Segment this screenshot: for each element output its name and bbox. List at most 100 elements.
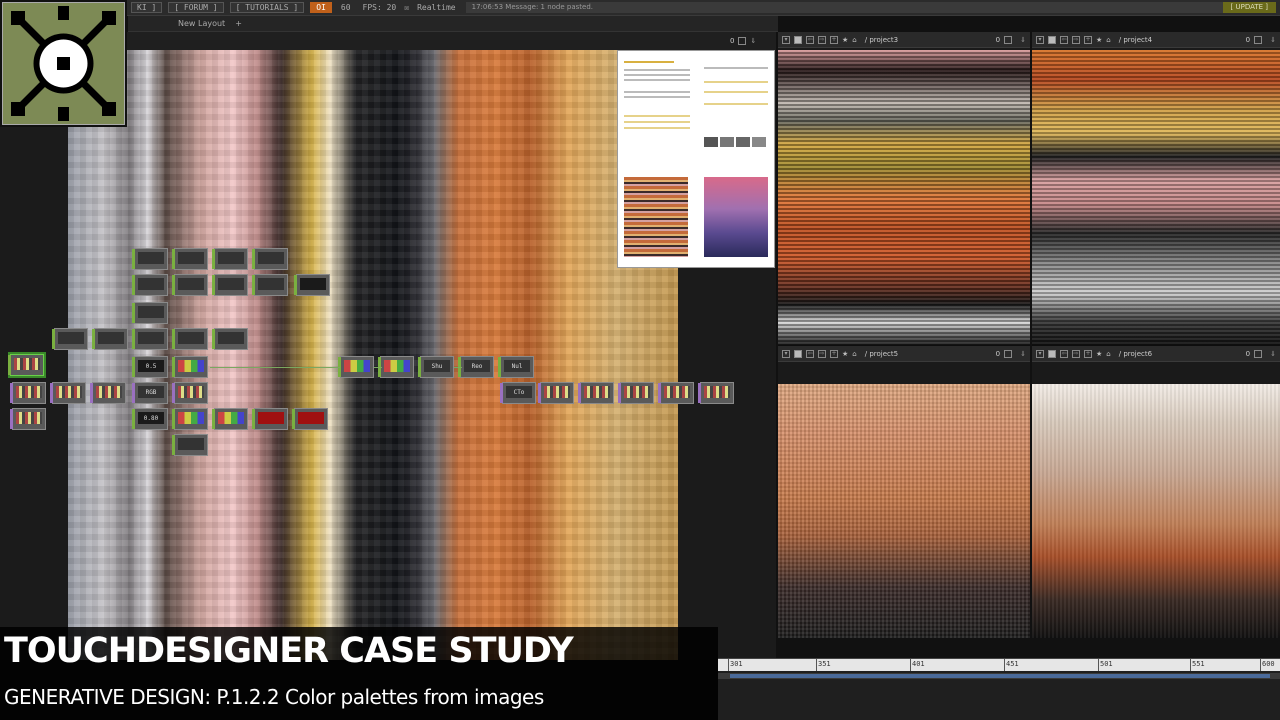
node[interactable] [132, 302, 168, 324]
layout-tab[interactable]: New Layout [128, 19, 235, 28]
forward-icon[interactable]: ⇨ [818, 349, 826, 358]
node-reorder[interactable]: Reo [458, 356, 494, 378]
pane-zero: 0 [995, 35, 1001, 44]
dropdown-icon[interactable]: ▾ [1036, 349, 1044, 358]
stop-icon[interactable] [1048, 35, 1056, 44]
node[interactable] [132, 328, 168, 350]
node[interactable] [252, 408, 288, 430]
add-icon[interactable]: + [1084, 349, 1092, 358]
node[interactable] [252, 274, 288, 296]
arrow-down-icon[interactable]: ⇓ [750, 37, 756, 45]
menu-wiki[interactable]: KI ] [131, 2, 163, 13]
pane-zero: 0 [1245, 35, 1251, 44]
timeline[interactable]: 301 351 401 451 501 551 600 [718, 658, 1280, 720]
back-icon[interactable]: ⇦ [806, 349, 814, 358]
add-layout-button[interactable]: + [235, 19, 242, 28]
node[interactable] [172, 408, 208, 430]
node[interactable] [698, 382, 734, 404]
menu-forum[interactable]: [ FORUM ] [168, 2, 224, 13]
node[interactable] [338, 356, 374, 378]
node[interactable] [172, 356, 208, 378]
viewer-pane-project3[interactable]: ▾ ⇦ ⇨ + ★ ⌂ / project3 0 ⇓ [778, 32, 1030, 346]
node[interactable] [132, 248, 168, 270]
timeline-ruler[interactable]: 301 351 401 451 501 551 600 [718, 659, 1280, 671]
node[interactable] [578, 382, 614, 404]
frame-icon[interactable] [1004, 349, 1013, 358]
node-selected[interactable] [8, 354, 44, 376]
frame-icon[interactable] [1004, 35, 1013, 44]
node[interactable] [658, 382, 694, 404]
node-shuffle[interactable]: Shu [418, 356, 454, 378]
add-icon[interactable]: + [830, 349, 838, 358]
node[interactable] [538, 382, 574, 404]
dropdown-icon[interactable]: ▾ [782, 35, 790, 44]
stop-icon[interactable] [1048, 349, 1056, 358]
star-icon[interactable]: ★ [842, 350, 848, 358]
node[interactable] [292, 408, 328, 430]
update-button[interactable]: [ UPDATE ] [1222, 2, 1276, 13]
node[interactable] [212, 328, 248, 350]
stop-icon[interactable] [794, 35, 802, 44]
add-icon[interactable]: + [1084, 35, 1092, 44]
node[interactable] [172, 248, 208, 270]
pane-toolbar: ▾ ⇦ ⇨ + ★ ⌂ / project4 0 ⇓ [1032, 32, 1280, 48]
realtime-checkbox-icon[interactable]: ☒ [402, 3, 411, 12]
node[interactable] [92, 328, 128, 350]
node[interactable] [172, 274, 208, 296]
add-icon[interactable]: + [830, 35, 838, 44]
node[interactable] [252, 248, 288, 270]
node[interactable] [90, 382, 126, 404]
node[interactable] [172, 328, 208, 350]
node[interactable] [172, 382, 208, 404]
dropdown-icon[interactable]: ▾ [1036, 35, 1044, 44]
timeline-range-bar[interactable] [718, 673, 1280, 679]
back-icon[interactable]: ⇦ [806, 35, 814, 44]
fps-target[interactable]: 60 [335, 3, 357, 12]
arrow-down-icon[interactable]: ⇓ [1020, 36, 1026, 44]
forward-icon[interactable]: ⇨ [1072, 349, 1080, 358]
node[interactable] [10, 408, 46, 430]
node[interactable] [212, 408, 248, 430]
doc-thumbnail [752, 137, 766, 147]
node[interactable] [378, 356, 414, 378]
menu-tutorials[interactable]: [ TUTORIALS ] [229, 2, 305, 13]
star-icon[interactable]: ★ [1096, 350, 1102, 358]
play-toggle[interactable]: OI [310, 2, 332, 13]
frame-icon[interactable] [1254, 35, 1263, 44]
back-icon[interactable]: ⇦ [1060, 35, 1068, 44]
arrow-down-icon[interactable]: ⇓ [1270, 36, 1276, 44]
node-value-b[interactable]: 0.80 [132, 408, 168, 430]
node-value-a[interactable]: 0.5 [132, 356, 168, 378]
forward-icon[interactable]: ⇨ [1072, 35, 1080, 44]
arrow-down-icon[interactable]: ⇓ [1020, 350, 1026, 358]
doc-text-line [624, 74, 690, 76]
star-icon[interactable]: ★ [1096, 36, 1102, 44]
frame-icon[interactable] [1254, 349, 1263, 358]
back-icon[interactable]: ⇦ [1060, 349, 1068, 358]
home-icon[interactable]: ⌂ [852, 350, 856, 358]
node[interactable] [132, 274, 168, 296]
node-rgb[interactable]: RGB [132, 382, 168, 404]
node[interactable] [212, 274, 248, 296]
frame-icon[interactable] [738, 37, 747, 45]
node[interactable] [50, 382, 86, 404]
node-null[interactable]: Nul [498, 356, 534, 378]
node[interactable] [618, 382, 654, 404]
node-chop-to[interactable]: CTo [500, 382, 536, 404]
node[interactable] [172, 434, 208, 456]
forward-icon[interactable]: ⇨ [818, 35, 826, 44]
node[interactable] [52, 328, 88, 350]
node[interactable] [212, 248, 248, 270]
viewer-pane-project5[interactable]: ▾ ⇦ ⇨ + ★ ⌂ / project5 0 ⇓ [778, 346, 1030, 638]
home-icon[interactable]: ⌂ [1106, 350, 1110, 358]
node[interactable] [294, 274, 330, 296]
dropdown-icon[interactable]: ▾ [782, 349, 790, 358]
node[interactable] [10, 382, 46, 404]
star-icon[interactable]: ★ [842, 36, 848, 44]
viewer-pane-project6[interactable]: ▾ ⇦ ⇨ + ★ ⌂ / project6 0 ⇓ [1032, 346, 1280, 638]
home-icon[interactable]: ⌂ [1106, 36, 1110, 44]
viewer-pane-project4[interactable]: ▾ ⇦ ⇨ + ★ ⌂ / project4 0 ⇓ [1032, 32, 1280, 346]
arrow-down-icon[interactable]: ⇓ [1270, 350, 1276, 358]
home-icon[interactable]: ⌂ [852, 36, 856, 44]
stop-icon[interactable] [794, 349, 802, 358]
